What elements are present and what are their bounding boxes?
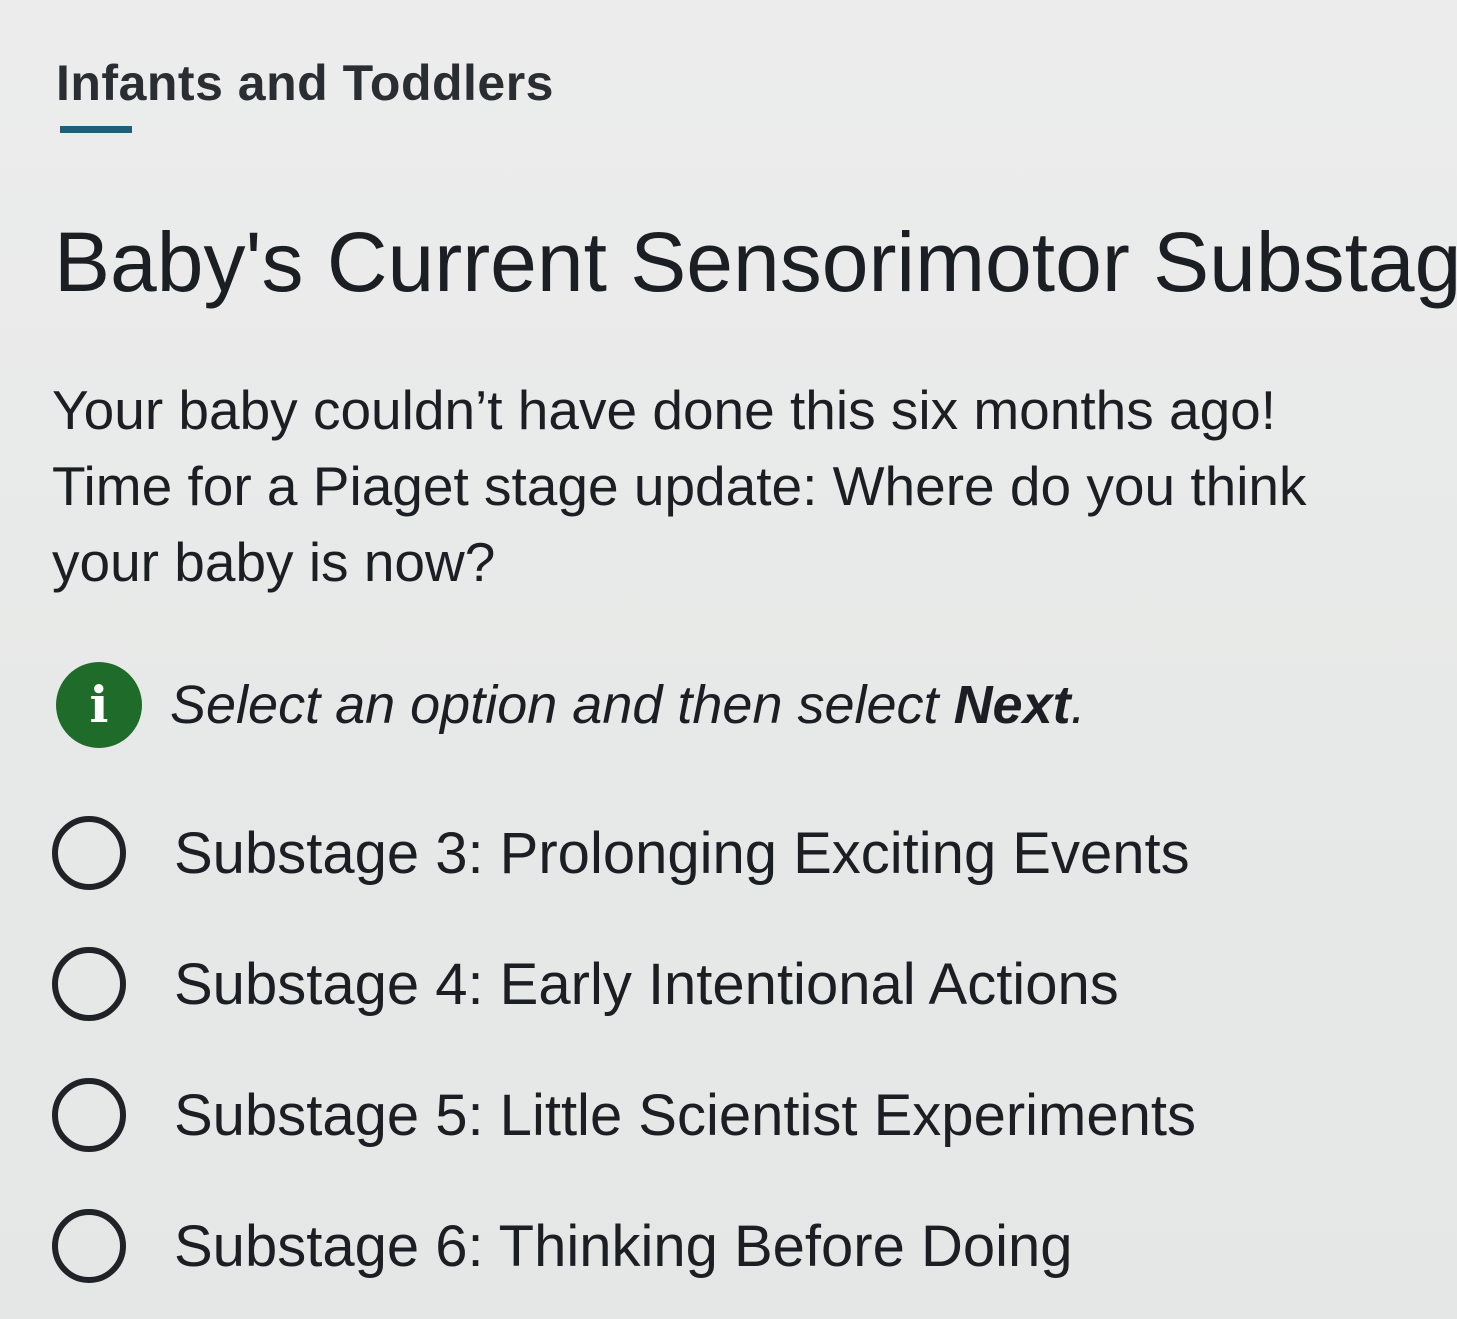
info-icon-glyph: i [89,675,109,734]
option-substage-6[interactable]: Substage 6: Thinking Before Doing [52,1203,1196,1289]
option-label[interactable]: Substage 6: Thinking Before Doing [174,1213,1073,1280]
radio-button[interactable] [52,1078,126,1152]
instruction: i Select an option and then select Next. [56,662,1086,748]
instruction-text-suffix: . [1070,675,1086,735]
option-list: Substage 3: Prolonging Exciting Events S… [52,810,1196,1319]
info-icon: i [56,662,142,748]
radio-button[interactable] [52,947,126,1021]
page-title: Baby's Current Sensorimotor Substage [54,215,1457,309]
question-prompt: Your baby couldn’t have done this six mo… [52,379,1307,593]
page: Infants and Toddlers Baby's Current Sens… [0,0,1457,1319]
section-label: Infants and Toddlers [56,55,554,111]
instruction-text-emphasis: Next [953,675,1071,735]
option-substage-3[interactable]: Substage 3: Prolonging Exciting Events [52,810,1196,896]
option-label[interactable]: Substage 4: Early Intentional Actions [174,951,1119,1018]
option-label[interactable]: Substage 3: Prolonging Exciting Events [174,820,1190,887]
section-underline [60,126,132,133]
radio-button[interactable] [52,816,126,890]
option-label[interactable]: Substage 5: Little Scientist Experiments [174,1082,1196,1149]
radio-button[interactable] [52,1209,126,1283]
option-substage-5[interactable]: Substage 5: Little Scientist Experiments [52,1072,1196,1158]
option-substage-4[interactable]: Substage 4: Early Intentional Actions [52,941,1196,1027]
instruction-text: Select an option and then select Next. [170,674,1086,736]
instruction-text-prefix: Select an option and then select [170,675,954,735]
